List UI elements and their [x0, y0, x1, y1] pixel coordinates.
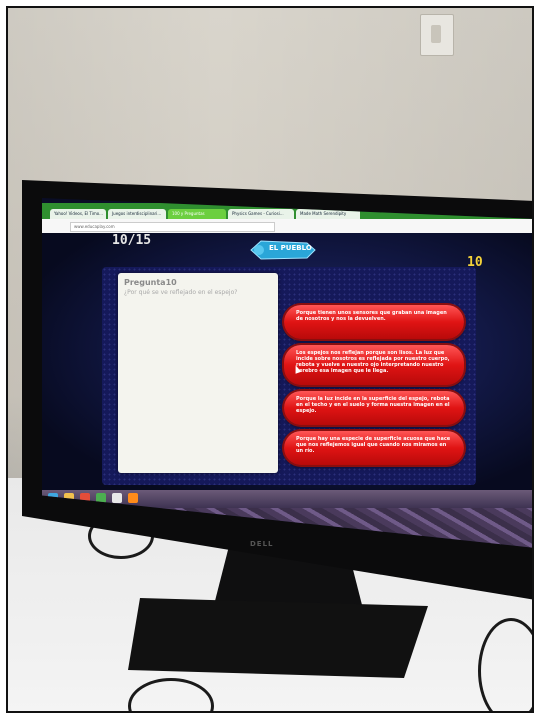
- question-title: Pregunta10: [124, 278, 177, 287]
- answer-text: Los espejos nos reflejan porque son liso…: [296, 350, 450, 374]
- game-area: 10/15 10 EL PUEBLO Pregunta10 ¿Por qué s…: [42, 233, 532, 493]
- photo: DELL Yahoo! Videos, El Timo... Juegos in…: [0, 0, 540, 719]
- answer-option[interactable]: Los espejos nos reflejan porque son liso…: [284, 345, 464, 385]
- app-icon[interactable]: [128, 493, 138, 503]
- game-logo: EL PUEBLO: [247, 239, 317, 261]
- answer-option[interactable]: Porque tienen unos sensores que graban u…: [284, 305, 464, 339]
- logo-label: EL PUEBLO: [269, 244, 312, 252]
- monitor-screen: Yahoo! Videos, El Timo... Juegos interdi…: [42, 198, 532, 548]
- answer-option[interactable]: Porque la luz incide en la superficie de…: [284, 391, 464, 425]
- photo-frame: DELL Yahoo! Videos, El Timo... Juegos in…: [6, 6, 534, 713]
- monitor-stand-base: [128, 598, 428, 678]
- answer-text: Porque hay una especie de superficie acu…: [296, 436, 451, 454]
- question-card: Pregunta10 ¿Por qué se ve reflejado en e…: [118, 273, 278, 473]
- wall-outlet: [420, 14, 454, 56]
- question-counter: 10/15: [112, 233, 152, 248]
- url-input[interactable]: www.educaplay.com: [70, 222, 275, 232]
- answer-option[interactable]: Porque hay una especie de superficie acu…: [284, 431, 464, 465]
- app-icon[interactable]: [112, 493, 122, 503]
- address-bar: www.educaplay.com: [42, 219, 532, 233]
- answer-text: Porque la luz incide en la superficie de…: [296, 396, 450, 414]
- answer-text: Porque tienen unos sensores que graban u…: [296, 310, 447, 322]
- monitor-brand: DELL: [250, 540, 274, 548]
- question-text: ¿Por qué se ve reflejado en el espejo?: [124, 289, 238, 296]
